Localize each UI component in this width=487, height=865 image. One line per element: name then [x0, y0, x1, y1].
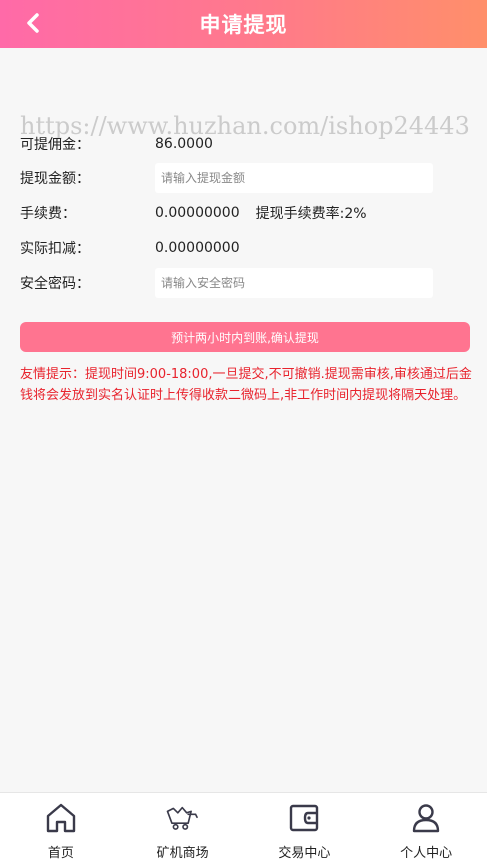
- user-icon: [412, 804, 440, 833]
- deduction-row: 实际扣减： 0.00000000: [20, 238, 240, 258]
- app-header: 申请提现: [0, 0, 487, 48]
- fee-value: 0.00000000: [155, 205, 240, 221]
- tab-profile[interactable]: 个人中心: [365, 793, 487, 865]
- deduction-value: 0.00000000: [155, 240, 240, 256]
- chevron-left-icon: [27, 13, 39, 33]
- back-button[interactable]: [18, 8, 48, 38]
- bottom-tabbar: 首页 矿机商场 交易中心 个人中心: [0, 792, 487, 865]
- amount-input[interactable]: [155, 163, 433, 193]
- submit-button[interactable]: 预计两小时内到账,确认提现: [20, 322, 470, 352]
- commission-row: 可提佣金： 86.0000: [20, 134, 213, 154]
- tab-mining-mall[interactable]: 矿机商场: [122, 793, 244, 865]
- fee-label: 手续费：: [20, 206, 76, 222]
- wallet-icon: [290, 804, 319, 832]
- mining-cart-icon: [166, 806, 198, 830]
- amount-row: 提现金额：: [20, 163, 433, 193]
- tab-trade-center-label: 交易中心: [278, 846, 331, 861]
- password-input[interactable]: [155, 268, 433, 298]
- commission-label: 可提佣金：: [20, 137, 90, 153]
- deduction-label: 实际扣减：: [20, 241, 90, 257]
- commission-value: 86.0000: [155, 136, 213, 152]
- tab-home-label: 首页: [47, 846, 74, 861]
- tab-home[interactable]: 首页: [0, 793, 122, 865]
- password-row: 安全密码：: [20, 268, 433, 298]
- fee-row: 手续费： 0.00000000 提现手续费率:2%: [20, 203, 367, 223]
- tab-mining-mall-label: 矿机商场: [156, 846, 209, 861]
- password-label: 安全密码：: [20, 276, 90, 292]
- fee-rate-text: 提现手续费率:2%: [255, 206, 367, 222]
- tab-profile-label: 个人中心: [400, 846, 453, 861]
- tab-trade-center[interactable]: 交易中心: [244, 793, 366, 865]
- notice-text: 友情提示：提现时间9:00-18:00,一旦提交,不可撤销.提现需审核,审核通过…: [20, 367, 472, 403]
- amount-label: 提现金额：: [20, 171, 90, 187]
- page-title: 申请提现: [199, 13, 288, 37]
- home-icon: [46, 803, 76, 833]
